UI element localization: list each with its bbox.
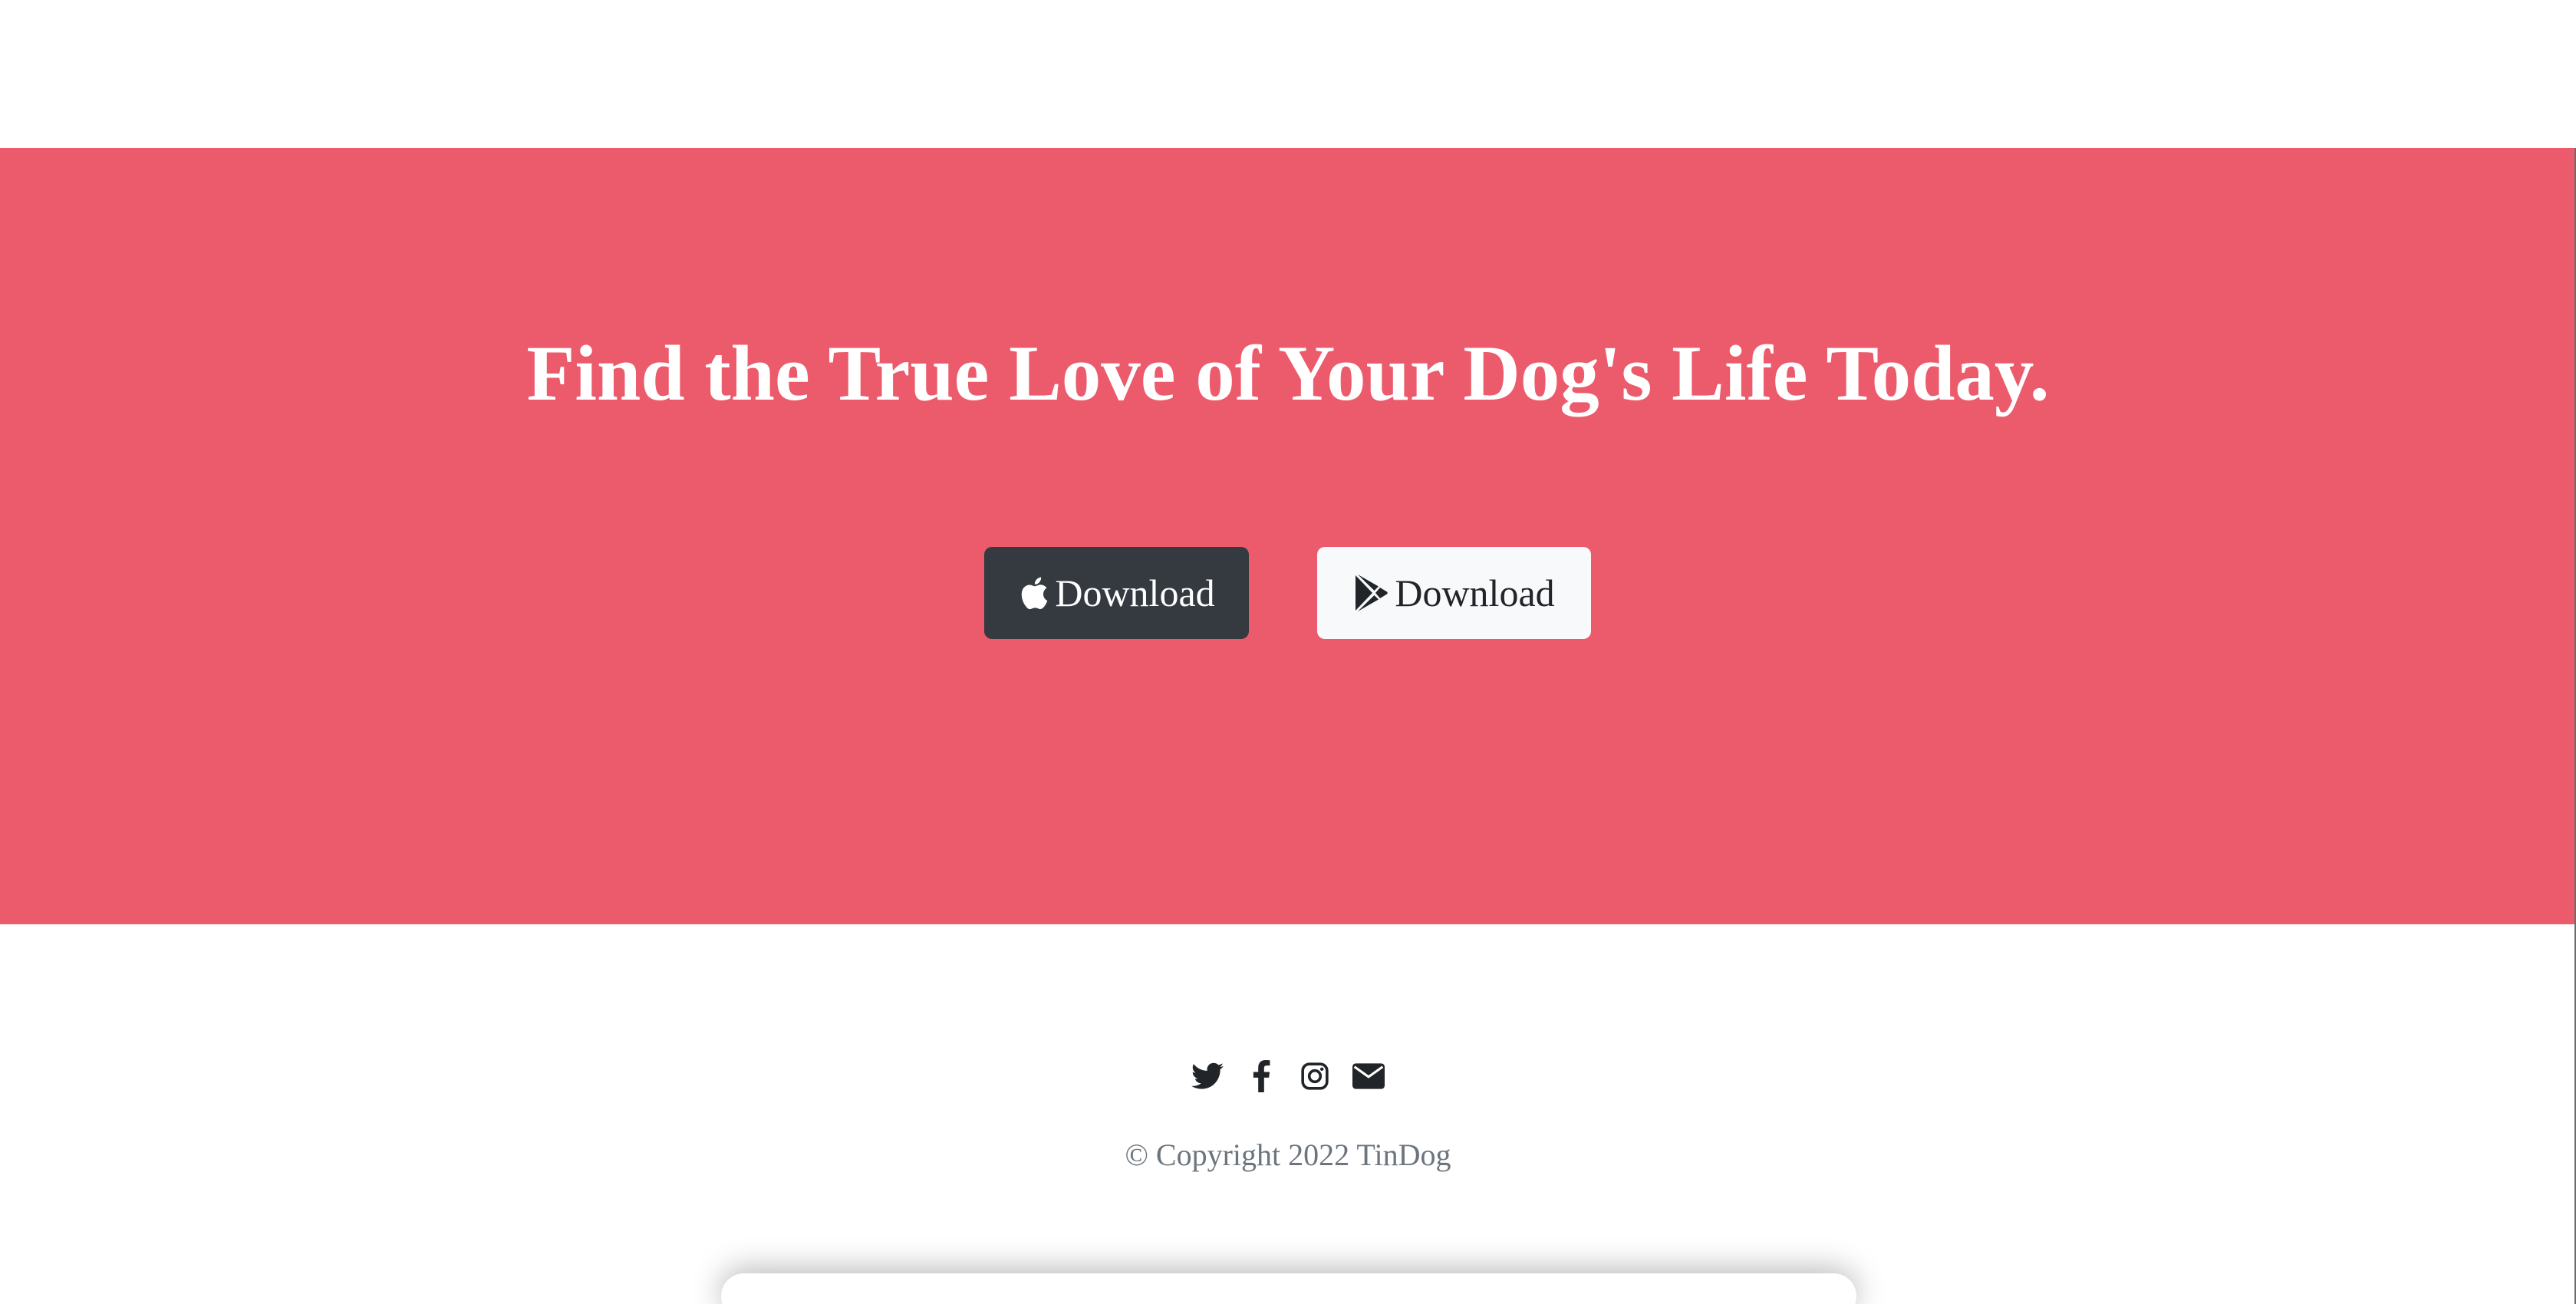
apple-icon — [1018, 575, 1049, 611]
cta-section — [0, 148, 2576, 924]
copyright-text: © Copyright 2022 TinDog — [1125, 1138, 1451, 1172]
cta-heading: Find the True Love of Your Dog's Life To… — [526, 330, 2050, 417]
facebook-icon[interactable] — [1245, 1060, 1277, 1092]
google-play-icon — [1353, 574, 1388, 612]
bottom-overlay-bar — [721, 1273, 1856, 1304]
google-play-download-label: Download — [1395, 571, 1555, 614]
app-store-download-label: Download — [1055, 571, 1215, 614]
instagram-icon[interactable] — [1299, 1060, 1331, 1092]
google-play-download-button[interactable]: Download — [1317, 547, 1591, 639]
social-icons — [0, 1057, 2576, 1095]
twitter-icon[interactable] — [1191, 1060, 1224, 1092]
envelope-icon[interactable] — [1352, 1060, 1385, 1092]
app-store-download-button[interactable]: Download — [984, 547, 1249, 639]
